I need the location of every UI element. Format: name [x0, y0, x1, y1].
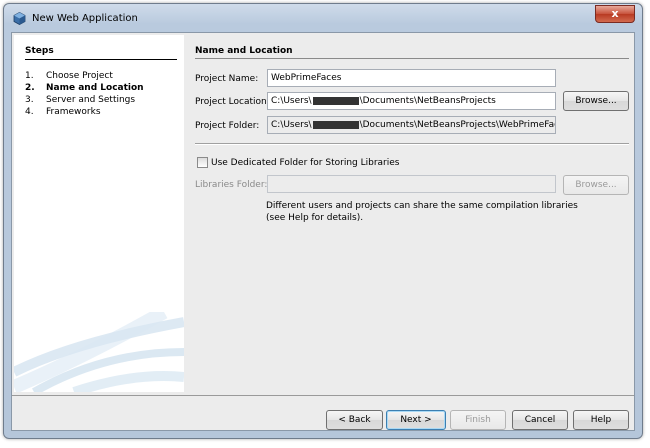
button-bar-divider: [12, 395, 634, 396]
new-web-application-dialog: New Web Application x Steps 1. Choose Pro…: [3, 3, 643, 439]
step-name-and-location: 2. Name and Location: [25, 83, 144, 93]
window-title: New Web Application: [32, 13, 138, 24]
finish-button[interactable]: Finish: [450, 410, 506, 430]
browse-location-button[interactable]: Browse...: [563, 91, 629, 111]
netbeans-cube-icon: [13, 12, 26, 25]
redacted-username: [312, 120, 359, 129]
project-name-label: Project Name:: [195, 74, 259, 84]
section-title: Name and Location: [195, 46, 293, 56]
step-frameworks: 4. Frameworks: [25, 107, 101, 117]
redacted-username: [312, 96, 359, 105]
dedicated-folder-checkbox[interactable]: [197, 157, 208, 168]
back-button[interactable]: < Back: [326, 410, 383, 430]
decorative-swoosh-graphic: [14, 312, 184, 392]
browse-libraries-button[interactable]: Browse...: [563, 175, 629, 195]
separator: [195, 143, 629, 144]
title-bar[interactable]: New Web Application x: [4, 4, 642, 32]
close-icon: x: [611, 7, 619, 20]
close-button[interactable]: x: [595, 5, 635, 23]
project-folder-label: Project Folder:: [195, 121, 260, 131]
steps-title: Steps: [25, 46, 54, 56]
step-server-and-settings: 3. Server and Settings: [25, 95, 136, 105]
project-location-label: Project Location:: [195, 97, 270, 107]
dialog-body: Steps 1. Choose Project 2. Name and Locati…: [11, 32, 635, 431]
cancel-button[interactable]: Cancel: [512, 410, 568, 430]
next-button[interactable]: Next >: [386, 410, 446, 430]
libraries-help-text: Different users and projects can share t…: [266, 201, 578, 223]
step-choose-project: 1. Choose Project: [25, 71, 113, 81]
dedicated-folder-label[interactable]: Use Dedicated Folder for Storing Librari…: [211, 158, 399, 168]
libraries-folder-label: Libraries Folder:: [195, 180, 268, 190]
project-location-input[interactable]: C:\Users\ \Documents\NetBeansProjects: [267, 92, 556, 110]
project-name-input[interactable]: WebPrimeFaces: [267, 69, 556, 87]
steps-panel: Steps 1. Choose Project 2. Name and Locati…: [14, 35, 184, 392]
steps-divider: [25, 59, 177, 60]
help-button[interactable]: Help: [573, 410, 629, 430]
project-folder-field[interactable]: C:\Users\ \Documents\NetBeansProjects\Web…: [267, 116, 556, 134]
libraries-folder-input[interactable]: [267, 175, 556, 193]
section-divider: [195, 58, 629, 59]
